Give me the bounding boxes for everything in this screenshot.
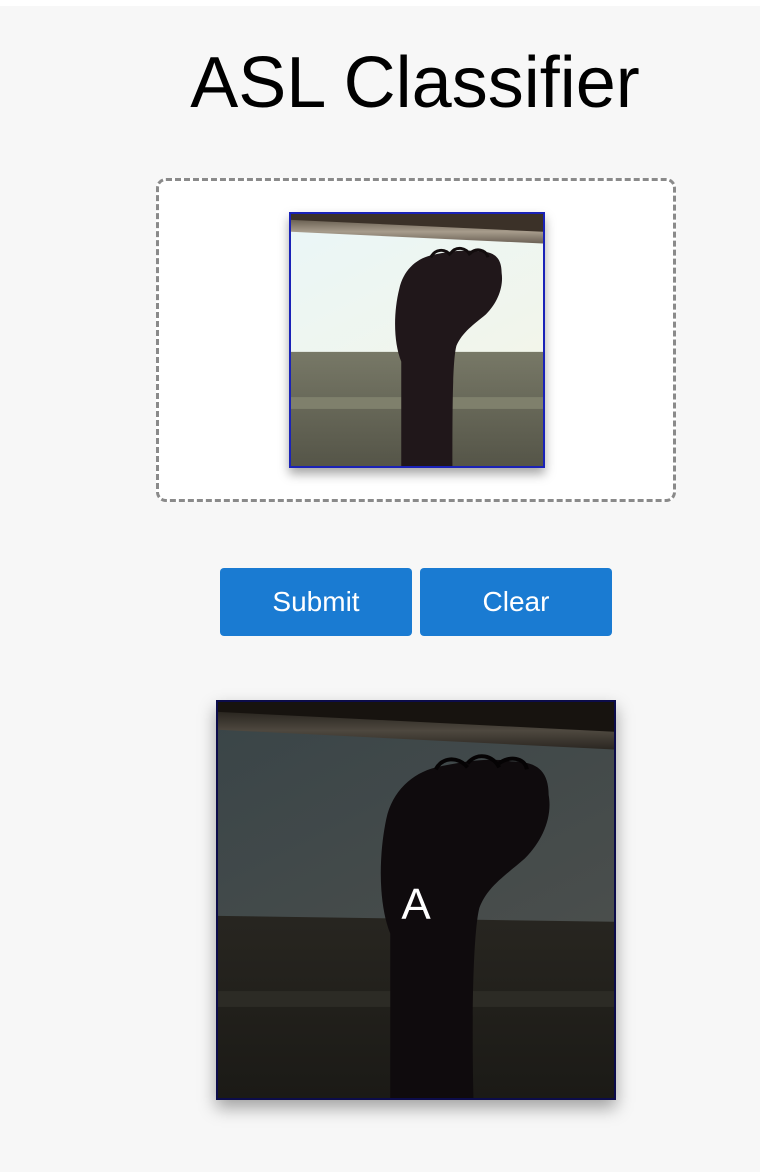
hand-photo-thumbnail bbox=[291, 214, 543, 466]
page-background: ASL Classifier Submit Clear A bbox=[0, 6, 760, 1172]
submit-button[interactable]: Submit bbox=[220, 568, 412, 636]
uploaded-image-preview bbox=[289, 212, 545, 468]
page-title: ASL Classifier bbox=[190, 43, 640, 123]
image-dropzone[interactable] bbox=[156, 178, 676, 502]
clear-button[interactable]: Clear bbox=[420, 568, 612, 636]
prediction-label: A bbox=[401, 880, 431, 929]
prediction-result-panel: A bbox=[216, 700, 616, 1100]
